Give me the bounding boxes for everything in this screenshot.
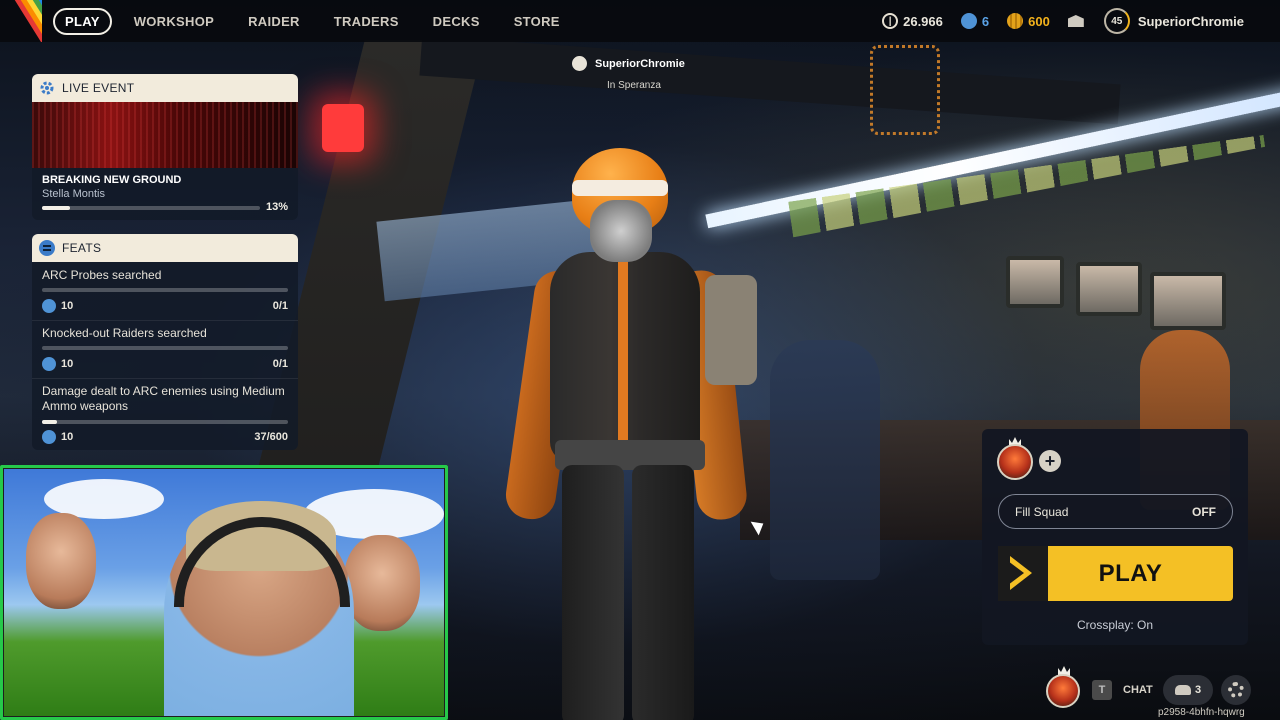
feat-count: 0/1: [272, 300, 288, 312]
add-squad-member-button[interactable]: +: [1039, 450, 1061, 472]
credits-value: 26.966: [903, 13, 943, 29]
play-button[interactable]: PLAY: [998, 546, 1233, 601]
coins-balance[interactable]: 600: [1007, 13, 1050, 29]
feats-list: ARC Probes searched 10 0/1 Knocked-out R…: [32, 262, 298, 450]
monitor: [1076, 262, 1142, 316]
main-nav: PLAY WORKSHOP RAIDER TRADERS DECKS STORE: [53, 8, 594, 35]
feat-reward: 10: [42, 357, 73, 371]
nav-tab-traders[interactable]: TRADERS: [334, 14, 399, 29]
feat-label: Knocked-out Raiders searched: [42, 326, 207, 340]
live-event-header[interactable]: LIVE EVENT: [32, 74, 298, 102]
feat-reward: 10: [42, 299, 73, 313]
friends-count: 3: [1194, 684, 1202, 696]
webcam-frame: [0, 465, 448, 720]
fill-squad-label: Fill Squad: [1015, 504, 1069, 519]
feats-header[interactable]: FEATS: [32, 234, 298, 262]
friends-button[interactable]: 3: [1163, 675, 1213, 705]
username[interactable]: SuperiorChromie: [1138, 14, 1244, 29]
raider-token-icon: [960, 13, 977, 29]
gear-icon: [32, 74, 62, 102]
mail-icon[interactable]: [1067, 15, 1084, 27]
feats-title: FEATS: [62, 241, 102, 255]
feat-progress-bar: [42, 346, 288, 350]
play-button-label: PLAY: [1098, 559, 1163, 587]
player-character: [500, 140, 770, 720]
feat-progress-bar: [42, 288, 288, 292]
feat-label: ARC Probes searched: [42, 268, 162, 282]
nav-tab-store[interactable]: STORE: [514, 14, 560, 29]
player-nameplate: SuperiorChromie In Speranza: [572, 56, 685, 91]
play-arrow-icon: [998, 546, 1048, 601]
nameplate-username: SuperiorChromie: [595, 57, 685, 70]
chat-keybind: T: [1092, 680, 1112, 700]
feat-count: 37/600: [254, 431, 288, 443]
nameplate-location: In Speranza: [607, 80, 661, 91]
neon-sign: [870, 45, 940, 135]
top-navigation-bar: PLAY WORKSHOP RAIDER TRADERS DECKS STORE…: [0, 0, 1280, 42]
live-event-card[interactable]: BREAKING NEW GROUND Stella Montis 13%: [32, 102, 298, 220]
feat-reward-value: 10: [61, 431, 74, 443]
monitor: [1006, 256, 1064, 308]
monitor: [1150, 272, 1226, 330]
feat-progress-bar: [42, 420, 288, 424]
feat-item[interactable]: Knocked-out Raiders searched 10 0/1: [32, 320, 298, 378]
chat-avatar[interactable]: [1046, 666, 1082, 708]
gear-icon: [1228, 682, 1244, 698]
coin-icon: [1007, 13, 1024, 29]
coins-value: 600: [1028, 13, 1050, 29]
crossplay-status: Crossplay: On: [1076, 618, 1154, 632]
structure-beam: [419, 35, 1121, 125]
event-name: BREAKING NEW GROUND: [42, 174, 182, 186]
tokens-value: 6: [981, 13, 990, 29]
raider-token-icon: [42, 299, 56, 313]
player-avatar[interactable]: [997, 444, 1033, 480]
nav-tab-play[interactable]: PLAY: [53, 8, 112, 35]
feat-label: Damage dealt to ARC enemies using Medium…: [42, 384, 285, 413]
people-icon: [1174, 685, 1191, 695]
event-progress-percent: 13%: [266, 201, 289, 213]
tokens-balance[interactable]: 6: [960, 13, 990, 29]
credits-icon: |: [882, 13, 899, 29]
live-event-title: LIVE EVENT: [62, 81, 135, 95]
feat-item[interactable]: Damage dealt to ARC enemies using Medium…: [32, 378, 298, 450]
squad-panel: + Fill Squad OFF PLAY Crossplay: On: [982, 429, 1248, 645]
crown-icon: [572, 56, 587, 71]
player-level-badge[interactable]: 45: [1103, 8, 1130, 34]
currency-bar: | 26.966 6 600 45 SuperiorChromie: [882, 0, 1280, 42]
fill-squad-toggle[interactable]: Fill Squad OFF: [998, 494, 1233, 529]
credits-balance[interactable]: | 26.966: [882, 13, 943, 29]
nav-tab-decks[interactable]: DECKS: [433, 14, 480, 29]
feat-reward-value: 10: [61, 300, 74, 312]
feat-reward-value: 10: [61, 358, 74, 370]
settings-button[interactable]: [1221, 675, 1251, 705]
feat-item[interactable]: ARC Probes searched 10 0/1: [32, 262, 298, 320]
nav-tab-raider[interactable]: RAIDER: [248, 14, 300, 29]
event-progress-bar: [42, 206, 260, 210]
raider-token-icon: [42, 430, 56, 444]
event-banner-image: [32, 102, 298, 168]
npc-figure: [770, 340, 880, 580]
fill-squad-state: OFF: [1192, 504, 1216, 519]
event-location: Stella Montis: [42, 188, 105, 200]
red-lamp: [322, 104, 364, 152]
chat-button[interactable]: CHAT: [1123, 684, 1153, 696]
feat-reward: 10: [42, 430, 73, 444]
nav-tab-workshop[interactable]: WORKSHOP: [134, 14, 214, 29]
lobby-code: p2958-4bhfn-hqwrg: [1158, 707, 1245, 718]
raider-token-icon: [42, 357, 56, 371]
feat-count: 0/1: [272, 358, 288, 370]
token-icon: [32, 234, 62, 262]
rainbow-corner-logo: [0, 0, 42, 42]
